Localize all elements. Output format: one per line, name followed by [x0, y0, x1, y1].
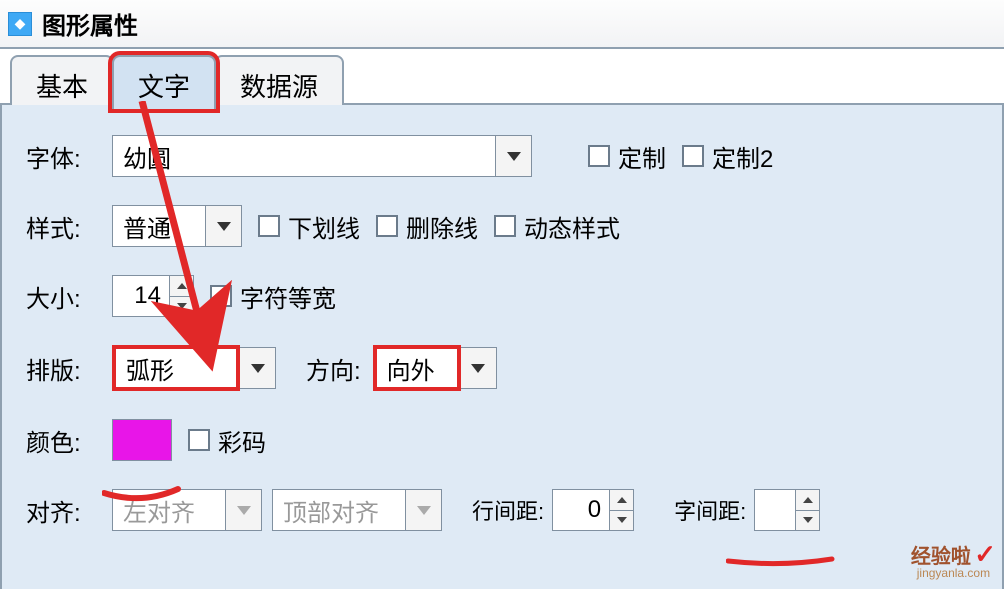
- tab-basic-label: 基本: [36, 72, 88, 102]
- style-label: 样式:: [26, 209, 112, 244]
- style-value: 普通: [113, 206, 205, 246]
- spinner-up-icon[interactable]: [170, 276, 193, 296]
- checkbox-box: [210, 285, 232, 307]
- linespacing-spinner[interactable]: 0: [552, 489, 634, 531]
- checkbox-box: [188, 429, 210, 451]
- checkbox-label: 定制: [618, 139, 666, 174]
- watermark: 经验啦 ✓ jingyanla.com: [911, 539, 996, 580]
- annotation-box-layout: 弧形: [112, 345, 240, 391]
- window-title: 图形属性: [42, 6, 138, 41]
- tab-basic[interactable]: 基本: [10, 55, 114, 107]
- checkbox-label: 彩码: [218, 423, 266, 458]
- spinner-buttons[interactable]: [795, 490, 819, 530]
- checkbox-label: 定制2: [712, 139, 773, 174]
- tab-bar: 基本 文字 数据源: [0, 49, 1004, 105]
- checkbox-dynamic[interactable]: 动态样式: [494, 209, 620, 244]
- size-spinner[interactable]: 14: [112, 275, 194, 317]
- font-label: 字体:: [26, 139, 112, 174]
- spinner-buttons[interactable]: [609, 490, 633, 530]
- linespacing-value: 0: [553, 490, 609, 530]
- row-size: 大小: 14 字符等宽: [26, 275, 978, 317]
- style-dropdown[interactable]: 普通: [112, 205, 242, 247]
- checkbox-monowidth[interactable]: 字符等宽: [210, 279, 336, 314]
- layout-value: 弧形: [116, 349, 236, 387]
- valign-dropdown[interactable]: 顶部对齐: [272, 489, 442, 531]
- dropdown-arrow-icon: [225, 490, 261, 530]
- checkmark-icon: ✓: [974, 539, 996, 569]
- charspacing-spinner[interactable]: [754, 489, 820, 531]
- size-label: 大小:: [26, 279, 112, 314]
- watermark-url: jingyanla.com: [911, 566, 996, 580]
- layout-arrow[interactable]: [240, 347, 276, 389]
- tab-text-label: 文字: [138, 72, 190, 102]
- spinner-down-icon[interactable]: [796, 510, 819, 531]
- checkbox-box: [376, 215, 398, 237]
- content-panel: 字体: 幼圆 定制 定制2 样式: 普通 下划线 删除线: [0, 105, 1004, 589]
- spinner-down-icon[interactable]: [610, 510, 633, 531]
- checkbox-custom1[interactable]: 定制: [588, 139, 666, 174]
- direction-value: 向外: [377, 349, 457, 387]
- layout-dropdown[interactable]: 弧形: [116, 349, 236, 387]
- watermark-text: 经验啦: [911, 546, 971, 568]
- checkbox-strikeout[interactable]: 删除线: [376, 209, 478, 244]
- charspacing-label: 字间距:: [674, 494, 746, 526]
- layout-label: 排版:: [26, 351, 112, 386]
- row-color: 颜色: 彩码: [26, 419, 978, 461]
- tab-text[interactable]: 文字: [112, 55, 216, 109]
- spinner-down-icon[interactable]: [170, 296, 193, 317]
- checkbox-underline[interactable]: 下划线: [258, 209, 360, 244]
- size-value: 14: [113, 276, 169, 316]
- checkbox-box: [494, 215, 516, 237]
- annotation-underline-charspacing: [726, 553, 836, 571]
- tab-datasource-label: 数据源: [240, 72, 318, 102]
- direction-dropdown[interactable]: 向外: [377, 349, 457, 387]
- dropdown-arrow-icon: [205, 206, 241, 246]
- direction-arrow[interactable]: [461, 347, 497, 389]
- spinner-buttons[interactable]: [169, 276, 193, 316]
- row-layout: 排版: 弧形 方向: 向外: [26, 345, 978, 391]
- align-label: 对齐:: [26, 493, 112, 528]
- app-icon: ◆: [8, 12, 32, 36]
- checkbox-label: 字符等宽: [240, 279, 336, 314]
- row-font: 字体: 幼圆 定制 定制2: [26, 135, 978, 177]
- spinner-up-icon[interactable]: [796, 490, 819, 510]
- dropdown-arrow-icon: [495, 136, 531, 176]
- row-style: 样式: 普通 下划线 删除线 动态样式: [26, 205, 978, 247]
- checkbox-box: [258, 215, 280, 237]
- checkbox-colorcode[interactable]: 彩码: [188, 423, 266, 458]
- color-swatch[interactable]: [112, 419, 172, 461]
- font-dropdown[interactable]: 幼圆: [112, 135, 532, 177]
- linespacing-label: 行间距:: [472, 494, 544, 526]
- dropdown-arrow-icon: [405, 490, 441, 530]
- charspacing-value: [755, 490, 795, 530]
- title-bar: ◆ 图形属性: [0, 0, 1004, 49]
- direction-label: 方向:: [306, 351, 361, 386]
- checkbox-box: [588, 145, 610, 167]
- color-label: 颜色:: [26, 423, 112, 458]
- checkbox-label: 删除线: [406, 209, 478, 244]
- annotation-underline-color: [102, 483, 182, 509]
- font-value: 幼圆: [113, 136, 495, 176]
- dropdown-arrow-icon: [461, 348, 496, 388]
- tab-datasource[interactable]: 数据源: [214, 55, 344, 107]
- annotation-box-direction: 向外: [373, 345, 461, 391]
- dropdown-arrow-icon: [240, 348, 275, 388]
- checkbox-label: 动态样式: [524, 209, 620, 244]
- checkbox-custom2[interactable]: 定制2: [682, 139, 773, 174]
- checkbox-box: [682, 145, 704, 167]
- valign-value: 顶部对齐: [273, 490, 405, 530]
- spinner-up-icon[interactable]: [610, 490, 633, 510]
- checkbox-label: 下划线: [288, 209, 360, 244]
